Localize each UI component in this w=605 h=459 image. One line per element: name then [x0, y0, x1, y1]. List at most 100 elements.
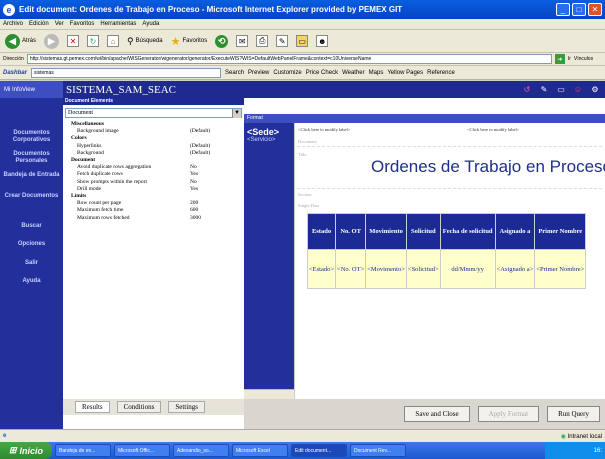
property-name[interactable]: Row count per page	[77, 200, 121, 206]
dashbar-search-input[interactable]: sistemas	[31, 67, 222, 78]
task-item[interactable]: Adexandio_so...	[173, 444, 229, 457]
page-icon[interactable]: ▭	[555, 83, 567, 95]
tab-results[interactable]: Results	[75, 401, 110, 413]
dashbar-preview-button[interactable]: Preview	[248, 70, 269, 76]
property-name[interactable]: Show prompts within the report	[77, 179, 147, 185]
property-value[interactable]: No	[190, 164, 197, 170]
infoview-link[interactable]: Mi InfoView	[0, 81, 63, 98]
click-label-right[interactable]: <Click here to modify label>	[467, 127, 519, 132]
refresh-button[interactable]: ↻	[85, 32, 101, 50]
run-query-button[interactable]: Run Query	[547, 406, 600, 422]
sidebar-item-buscar[interactable]: Buscar	[0, 223, 63, 230]
dashbar-weather-button[interactable]: Weather	[342, 70, 365, 76]
property-value[interactable]: Yes	[190, 171, 198, 177]
options-icon[interactable]: ⚙	[589, 83, 601, 95]
sidebar-item-salir[interactable]: Salir	[0, 260, 63, 267]
close-button[interactable]: ✕	[588, 3, 602, 16]
property-name[interactable]: Background image	[77, 128, 119, 134]
tab-conditions[interactable]: Conditions	[116, 401, 162, 413]
element-select[interactable]: Document ▼	[65, 108, 242, 118]
cell-primer-nombre[interactable]: <Primer Nombre>	[535, 250, 586, 288]
col-fecha[interactable]: Fecha de solicitud	[440, 214, 495, 249]
home-button[interactable]: ⌂	[105, 32, 121, 50]
property-value[interactable]: (Default)	[190, 128, 210, 134]
cell-estado[interactable]: <Estado>	[308, 250, 336, 288]
property-name[interactable]: Background	[77, 150, 104, 156]
property-name[interactable]: Maximum rows fetched	[77, 215, 130, 221]
property-value[interactable]: (Default)	[190, 150, 210, 156]
property-name[interactable]: Fetch duplicate rows	[77, 171, 123, 177]
sede-field[interactable]: <Sede>	[244, 127, 294, 137]
go-arrow-icon[interactable]: ➜	[554, 54, 565, 64]
property-name[interactable]: Avoid duplicate rows aggregation	[77, 164, 151, 170]
sidebar-item-corporativos[interactable]: Documentos Corporativos	[0, 130, 63, 144]
history-button[interactable]: ⟲	[213, 32, 230, 50]
sidebar-item-bandeja[interactable]: Bandeja de Entrada	[0, 172, 63, 179]
col-estado[interactable]: Estado	[308, 214, 336, 249]
task-item[interactable]: Edit document...	[291, 444, 347, 457]
minimize-button[interactable]: _	[556, 3, 570, 16]
report-table[interactable]: Estado No. OT Movimiento Solicitud Fecha…	[307, 213, 587, 289]
folder-button[interactable]: ▭	[294, 32, 310, 50]
cell-asignado[interactable]: <Asignado a>	[495, 250, 535, 288]
stop-button[interactable]: ✕	[65, 32, 81, 50]
property-value[interactable]: 600	[190, 207, 198, 213]
task-item[interactable]: Document Rev...	[350, 444, 406, 457]
apply-format-button[interactable]: Apply Format	[477, 406, 540, 422]
property-name[interactable]: Hyperlinks	[77, 143, 101, 149]
sidebar-item-opciones[interactable]: Opciones	[0, 241, 63, 248]
property-value[interactable]: No	[190, 179, 197, 185]
dashbar-search-button[interactable]: Search	[225, 70, 244, 76]
start-button[interactable]: ⊞ Inicio	[0, 442, 52, 459]
col-asignado[interactable]: Asignado a	[495, 214, 535, 249]
task-item[interactable]: Microsoft Offic...	[114, 444, 170, 457]
property-value[interactable]: 3000	[190, 215, 201, 221]
cell-movimiento[interactable]: <Movimento>	[366, 250, 406, 288]
property-value[interactable]: (Default)	[190, 143, 210, 149]
tab-settings[interactable]: Settings	[168, 401, 205, 413]
menu-edicion[interactable]: Edición	[29, 21, 49, 27]
col-solicitud[interactable]: Solicitud	[406, 214, 440, 249]
save-close-button[interactable]: Save and Close	[404, 406, 470, 422]
click-label-left[interactable]: <Click here to modify label>	[298, 127, 350, 132]
property-value[interactable]: Yes	[190, 186, 198, 192]
cell-solicitud[interactable]: <Solicitud>	[406, 250, 440, 288]
property-name[interactable]: Drill mode	[77, 186, 101, 192]
maximize-button[interactable]: □	[572, 3, 586, 16]
cell-no-ot[interactable]: <No. OT>	[336, 250, 366, 288]
menu-ayuda[interactable]: Ayuda	[142, 21, 159, 27]
refresh-doc-icon[interactable]: ↺	[521, 83, 533, 95]
back-button[interactable]: ◀ Atrás	[3, 32, 38, 50]
cell-fecha[interactable]: dd/Mmm/yy	[440, 250, 495, 288]
task-item[interactable]: Microsoft Excel	[232, 444, 288, 457]
links-label[interactable]: Vínculos	[574, 56, 593, 62]
col-no-ot[interactable]: No. OT	[336, 214, 366, 249]
sidebar-item-ayuda[interactable]: Ayuda	[0, 278, 63, 285]
print-button[interactable]: ⎙	[254, 32, 270, 50]
user-icon[interactable]: ☺	[572, 83, 584, 95]
dashbar-yellow-button[interactable]: Yellow Pages	[387, 70, 423, 76]
menu-ver[interactable]: Ver	[55, 21, 64, 27]
edit-doc-icon[interactable]: ✎	[538, 83, 550, 95]
task-item[interactable]: Bandeja de en...	[55, 444, 111, 457]
property-name[interactable]: Maximum fetch time	[77, 207, 123, 213]
menu-favoritos[interactable]: Favoritos	[70, 21, 95, 27]
servicio-field[interactable]: <Servicio>	[244, 137, 294, 143]
col-primer-nombre[interactable]: Primer Nombre	[535, 214, 586, 249]
dashbar-maps-button[interactable]: Maps	[369, 70, 384, 76]
mail-button[interactable]: ✉	[234, 32, 250, 50]
property-value[interactable]: 200	[190, 200, 198, 206]
menu-archivo[interactable]: Archivo	[3, 21, 23, 27]
edit-button[interactable]: ✎	[274, 32, 290, 50]
favorites-button[interactable]: ★ Favoritos	[169, 32, 210, 50]
address-input[interactable]: http://sistemas.gt.pemex.com/wi/bin/apac…	[26, 54, 552, 64]
go-label[interactable]: Ir	[568, 56, 571, 62]
col-movimiento[interactable]: Movimiento	[366, 214, 406, 249]
search-button[interactable]: ⚲ Búsqueda	[125, 32, 165, 50]
dashbar-customize-button[interactable]: Customize	[273, 70, 301, 76]
messenger-button[interactable]: ☻	[314, 32, 330, 50]
forward-button[interactable]: ▶	[42, 32, 61, 50]
report-title[interactable]: Ordenes de Trabajo en Proceso	[371, 157, 605, 177]
horizontal-scrollbar[interactable]	[244, 389, 294, 399]
dashbar-brand[interactable]: Dashbar	[3, 70, 27, 76]
